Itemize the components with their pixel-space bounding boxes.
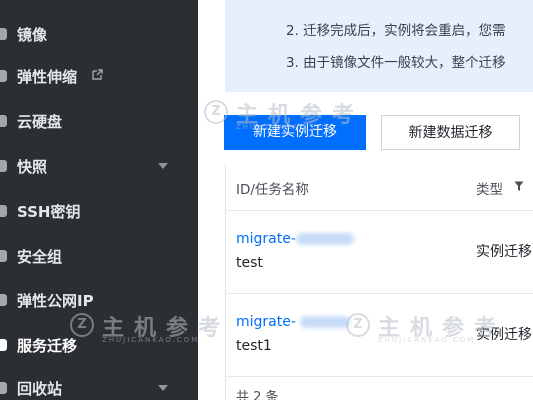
- task-type: 实例迁移: [476, 327, 532, 343]
- sidebar-item-image[interactable]: 镜像: [0, 14, 198, 54]
- sidebar-item-snapshot[interactable]: 快照: [0, 146, 198, 186]
- sidebar: 镜像 弹性伸缩 云硬盘 快照 SSH密钥 安全组 弹性公网IP 服务迁移 回收站: [0, 0, 198, 400]
- task-name: test1: [236, 338, 272, 354]
- external-link-icon: [92, 69, 103, 80]
- sidebar-item-label: 云硬盘: [17, 112, 63, 131]
- notice-line: 2. 迁移完成后，实例将会重启，您需: [286, 23, 506, 39]
- column-header-type[interactable]: 类型: [476, 178, 503, 198]
- filter-icon[interactable]: [514, 181, 524, 192]
- main-panel: 2. 迁移完成后，实例将会重启，您需 3. 由于镜像文件一般较大，整个迁移 新建…: [198, 0, 533, 400]
- sidebar-item-cloud-disk[interactable]: 云硬盘: [0, 101, 198, 141]
- sidebar-item-ssh-key[interactable]: SSH密钥: [0, 191, 198, 231]
- sidebar-item-label: 服务迁移: [17, 336, 78, 355]
- sidebar-item-security-group[interactable]: 安全组: [0, 236, 198, 276]
- task-name: test: [236, 255, 263, 271]
- app-window: 镜像 弹性伸缩 云硬盘 快照 SSH密钥 安全组 弹性公网IP 服务迁移 回收站…: [0, 0, 533, 400]
- bullet-icon: [0, 70, 7, 82]
- task-id-link[interactable]: migrate-: [236, 314, 296, 330]
- table-header: ID/任务名称 类型: [226, 164, 533, 211]
- redacted-id-blur: [296, 233, 354, 245]
- sidebar-item-service-migration[interactable]: 服务迁移: [0, 325, 198, 365]
- sidebar-item-label: 弹性公网IP: [17, 291, 94, 310]
- sidebar-item-label: 回收站: [17, 379, 63, 398]
- bullet-icon: [0, 28, 7, 40]
- table-row: migrate- test 实例迁移: [226, 211, 533, 294]
- sidebar-item-recycle-bin[interactable]: 回收站: [0, 368, 198, 400]
- chevron-down-icon[interactable]: [158, 385, 168, 391]
- task-type: 实例迁移: [476, 244, 532, 260]
- sidebar-item-label: 弹性伸缩: [17, 67, 78, 86]
- bullet-icon: [0, 294, 7, 306]
- redacted-id-blur: [300, 316, 350, 328]
- table-row: migrate- test1 实例迁移: [226, 294, 533, 377]
- chevron-down-icon[interactable]: [158, 163, 168, 169]
- sidebar-item-elastic-ip[interactable]: 弹性公网IP: [0, 280, 198, 320]
- info-notice: 2. 迁移完成后，实例将会重启，您需 3. 由于镜像文件一般较大，整个迁移: [225, 0, 533, 92]
- bullet-icon: [0, 115, 7, 127]
- total-count: 共 2 条: [236, 390, 279, 400]
- sidebar-item-label: 镜像: [17, 25, 48, 44]
- bullet-icon: [0, 160, 7, 172]
- bullet-icon: [0, 250, 7, 262]
- task-id-link[interactable]: migrate-: [236, 231, 296, 247]
- bullet-icon: [0, 205, 7, 217]
- bullet-icon: [0, 382, 7, 394]
- notice-line: 3. 由于镜像文件一般较大，整个迁移: [286, 55, 506, 71]
- sidebar-item-auto-scaling[interactable]: 弹性伸缩: [0, 56, 198, 96]
- column-header-id-name: ID/任务名称: [236, 182, 309, 198]
- new-instance-migration-button[interactable]: 新建实例迁移: [224, 115, 366, 150]
- migration-task-table: ID/任务名称 类型 migrate- test 实例迁移 migrate- t…: [225, 164, 533, 400]
- sidebar-item-label: 安全组: [17, 247, 63, 266]
- bullet-icon: [0, 339, 7, 351]
- sidebar-item-label: SSH密钥: [17, 202, 81, 221]
- sidebar-item-label: 快照: [17, 157, 48, 176]
- new-data-migration-button[interactable]: 新建数据迁移: [381, 115, 520, 150]
